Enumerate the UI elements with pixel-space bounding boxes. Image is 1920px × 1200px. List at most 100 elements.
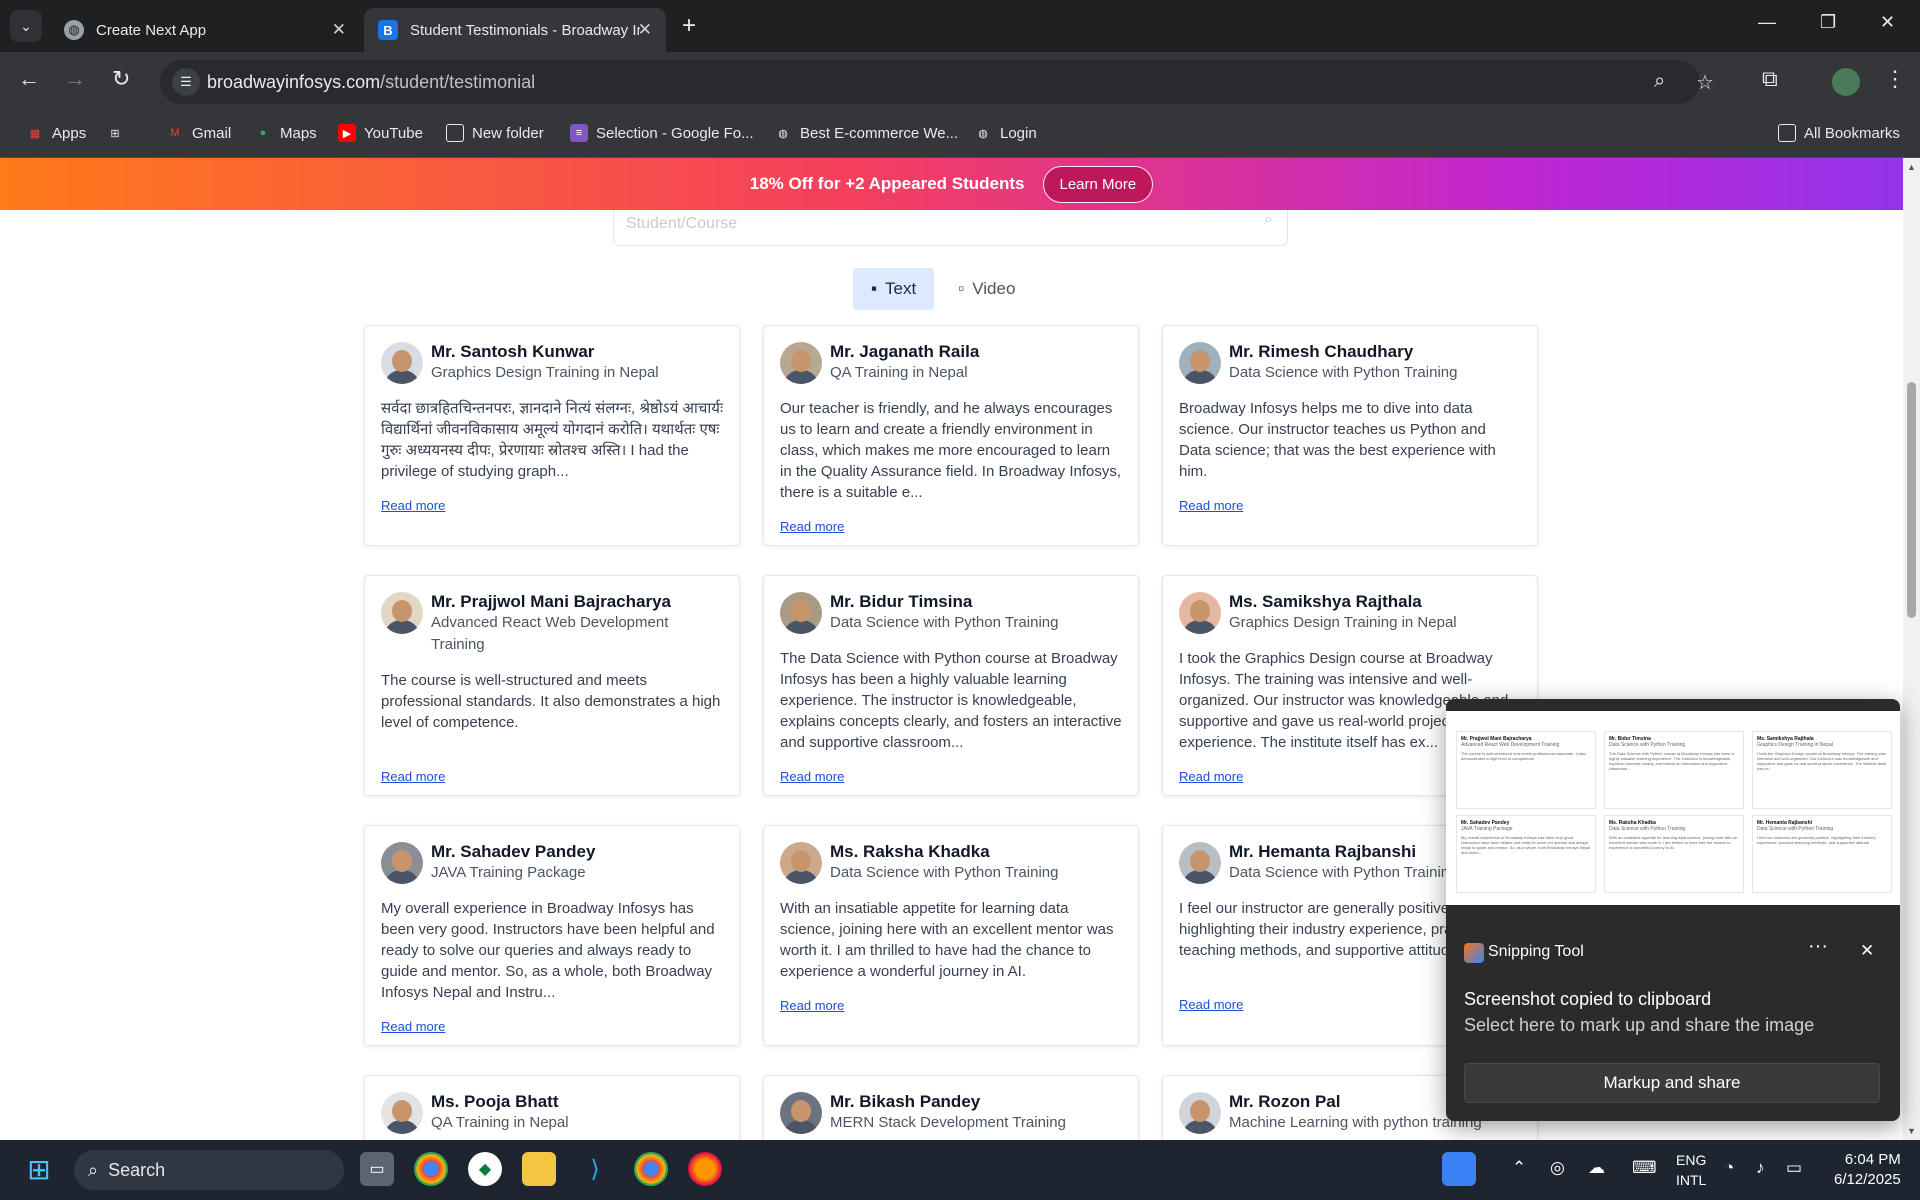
scroll-down-icon[interactable]: ▼ <box>1907 1126 1916 1136</box>
bookmark-star-icon[interactable]: ☆ <box>1696 70 1714 95</box>
promo-text: 18% Off for +2 Appeared Students <box>749 174 1025 193</box>
notification-title: Screenshot copied to clipboard <box>1464 989 1712 1009</box>
globe-icon: ◍ <box>778 127 788 140</box>
avatar <box>780 842 822 884</box>
bookmark-new-folder[interactable]: New folder <box>446 124 544 142</box>
avatar <box>381 842 423 884</box>
read-more-link[interactable]: Read more <box>1179 769 1243 784</box>
search-input[interactable]: Student/Course ⌕ <box>613 210 1288 246</box>
read-more-link[interactable]: Read more <box>381 498 445 513</box>
bookmark-best-ecommerce[interactable]: ◍ Best E-commerce We... <box>774 124 958 142</box>
screenshot-preview[interactable]: Mr. Prajjwol Mani Bajracharya Advanced Re… <box>1446 711 1900 905</box>
minimize-icon[interactable]: — <box>1758 12 1776 33</box>
clock[interactable]: 6:04 PM 6/12/2025 <box>1834 1150 1901 1190</box>
taskbar-search[interactable]: ⌕ Search <box>74 1150 344 1190</box>
windows-start-icon[interactable]: ⊞ <box>22 1152 56 1186</box>
read-more-link[interactable]: Read more <box>1179 997 1243 1012</box>
chrome-active-icon[interactable] <box>634 1152 668 1186</box>
preview-card: Mr. Bidur Timsina Data Science with Pytho… <box>1604 731 1744 809</box>
testimonial-text: The course is well-structured and meets … <box>381 672 721 731</box>
search-icon: ⌕ <box>88 1159 99 1180</box>
more-options-icon[interactable]: ··· <box>1808 935 1828 958</box>
chrome-icon[interactable] <box>414 1152 448 1186</box>
snipping-tool-notification[interactable]: Mr. Prajjwol Mani Bajracharya Advanced Re… <box>1446 699 1900 1121</box>
forward-icon[interactable]: → <box>64 66 86 92</box>
youtube-icon: ▶ <box>338 124 356 142</box>
site-info-icon[interactable]: ☰ <box>172 68 200 96</box>
search-icon[interactable]: ⌕ <box>1264 211 1273 229</box>
globe-icon: ◍ <box>64 20 84 40</box>
testimonial-text: Our teacher is friendly, and he always e… <box>780 400 1122 501</box>
comment-icon: ▫ <box>958 279 965 298</box>
battery-icon[interactable]: ▭ <box>1786 1158 1802 1178</box>
page-scrollbar[interactable]: ▲ ▼ <box>1903 158 1920 1140</box>
notification-body: Select here to mark up and share the ima… <box>1464 1015 1815 1035</box>
folder-icon <box>446 124 464 142</box>
url-text[interactable]: broadwayinfosys.com/student/testimonial <box>207 72 535 93</box>
new-tab-icon[interactable]: + <box>682 12 696 40</box>
read-more-link[interactable]: Read more <box>1179 498 1243 513</box>
file-explorer-icon[interactable] <box>522 1152 556 1186</box>
back-icon[interactable]: ← <box>18 66 40 92</box>
testimonial-text: My overall experience in Broadway Infosy… <box>381 900 715 1001</box>
notification-app-name: Snipping Tool <box>1488 943 1584 960</box>
learn-more-button[interactable]: Learn More <box>1042 165 1154 203</box>
snipping-tool-icon <box>1464 943 1484 963</box>
apps-grid-icon: ▦ <box>29 127 41 140</box>
chevron-up-icon[interactable]: ⌃ <box>1512 1158 1526 1178</box>
bookmark-apps[interactable]: ▦ Apps <box>26 124 86 142</box>
app-icon[interactable]: ◆ <box>468 1152 502 1186</box>
maps-pin-icon: ● <box>259 127 267 139</box>
markup-and-share-button[interactable]: Markup and share <box>1464 1063 1880 1103</box>
all-bookmarks[interactable]: All Bookmarks <box>1778 124 1900 142</box>
bookmark-gmail[interactable]: M Gmail <box>166 124 231 142</box>
tab-groups-icon[interactable]: ⊞ <box>106 124 124 142</box>
input-language[interactable]: ENG INTL <box>1676 1150 1706 1190</box>
reload-icon[interactable]: ↻ <box>112 66 130 92</box>
tab-search-button[interactable]: ⌄ <box>10 10 42 42</box>
read-more-link[interactable]: Read more <box>780 998 844 1013</box>
scroll-up-icon[interactable]: ▲ <box>1907 162 1916 172</box>
folder-icon <box>1778 124 1796 142</box>
read-more-link[interactable]: Read more <box>381 1019 445 1034</box>
address-bar[interactable]: ☰ broadwayinfosys.com/student/testimonia… <box>160 60 1714 104</box>
extensions-icon[interactable]: ⧉ <box>1762 66 1778 92</box>
profile-avatar[interactable] <box>1832 68 1860 96</box>
video-tab[interactable]: ▫ Video <box>940 268 1033 310</box>
read-more-link[interactable]: Read more <box>780 519 844 534</box>
avatar <box>780 342 822 384</box>
testimonial-card: Mr. Prajjwol Mani Bajracharya Advanced Re… <box>364 575 740 796</box>
widget-icon[interactable] <box>1442 1152 1476 1186</box>
tab-create-next-app[interactable]: ◍ Create Next App ✕ <box>50 8 360 52</box>
onedrive-icon[interactable]: ☁ <box>1588 1158 1605 1178</box>
firefox-icon[interactable] <box>688 1152 722 1186</box>
tab-title: Create Next App <box>96 21 207 39</box>
close-tab-icon[interactable]: ✕ <box>638 20 652 40</box>
close-tab-icon[interactable]: ✕ <box>332 20 346 40</box>
zoom-icon[interactable]: ⌕ <box>1654 70 1665 93</box>
close-icon[interactable]: ✕ <box>1860 941 1874 961</box>
avatar <box>780 592 822 634</box>
read-more-link[interactable]: Read more <box>381 769 445 784</box>
wifi-icon[interactable]: ◔ <box>1724 1158 1734 1178</box>
read-more-link[interactable]: Read more <box>780 769 844 784</box>
task-view-icon[interactable]: ▭ <box>360 1152 394 1186</box>
volume-icon[interactable]: ♪ <box>1756 1158 1765 1178</box>
avatar <box>381 342 423 384</box>
scroll-thumb[interactable] <box>1907 382 1916 618</box>
tab-student-testimonials[interactable]: B Student Testimonials - Broadway Ir ✕ <box>364 8 666 52</box>
vscode-icon[interactable]: ⟩ <box>578 1152 612 1186</box>
hotspot-icon[interactable]: ◎ <box>1550 1158 1565 1178</box>
text-tab[interactable]: ▪ Text <box>853 268 935 310</box>
close-window-icon[interactable]: ✕ <box>1880 12 1895 33</box>
google-forms-icon: ≡ <box>570 124 588 142</box>
bookmark-selection[interactable]: ≡ Selection - Google Fo... <box>570 124 754 142</box>
avatar <box>381 592 423 634</box>
menu-icon[interactable]: ⋮ <box>1884 66 1906 92</box>
bookmark-login[interactable]: ◍ Login <box>974 124 1037 142</box>
bookmark-maps[interactable]: ● Maps <box>254 124 317 142</box>
browser-chrome: ⌄ ◍ Create Next App ✕ B Student Testimon… <box>0 0 1920 158</box>
restore-icon[interactable]: ❐ <box>1820 12 1836 33</box>
bookmark-youtube[interactable]: ▶ YouTube <box>338 124 423 142</box>
keyboard-icon[interactable]: ⌨ <box>1632 1158 1657 1178</box>
